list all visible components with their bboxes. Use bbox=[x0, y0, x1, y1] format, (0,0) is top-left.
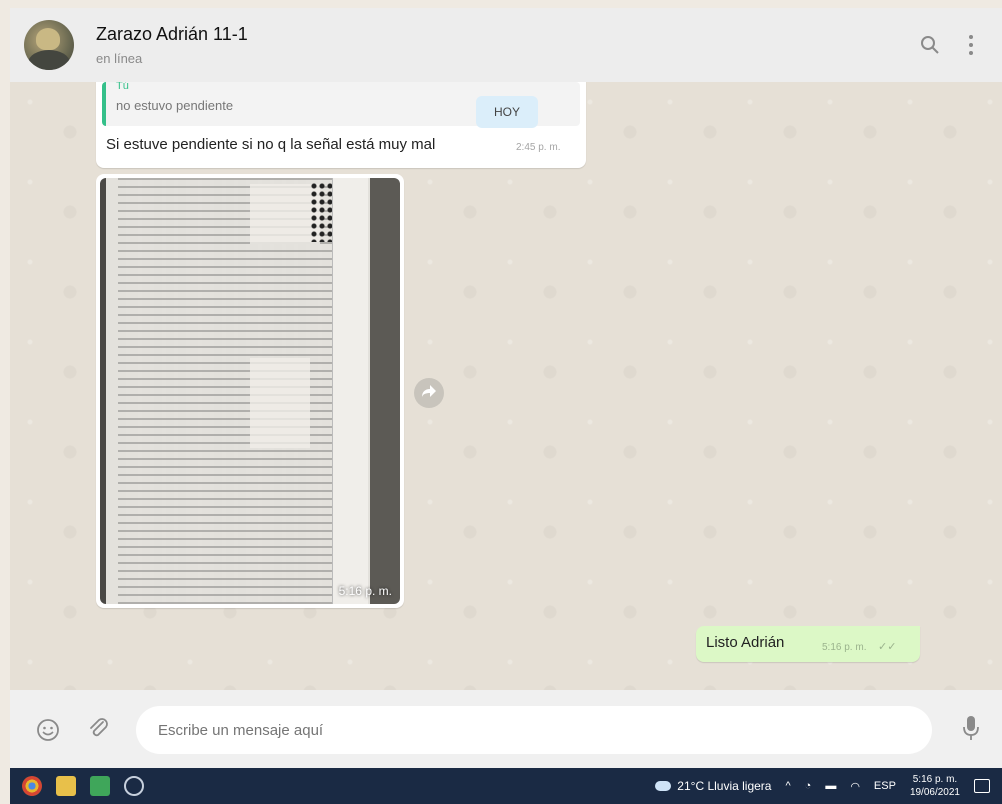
chat-panel: Tú no estuvo pendiente Si estuve pendien… bbox=[10, 82, 1002, 690]
message-text: Listo Adrián bbox=[706, 634, 785, 651]
system-tray: 21°C Lluvia ligera ^ ◔ ▬ ◠ ESP 5:16 p. m… bbox=[655, 773, 990, 799]
forward-icon bbox=[421, 384, 437, 403]
microphone-icon[interactable] bbox=[962, 714, 980, 747]
contact-avatar[interactable] bbox=[24, 20, 74, 70]
clock[interactable]: 5:16 p. m. 19/06/2021 bbox=[910, 773, 960, 799]
image-time: 5:16 p. m. bbox=[338, 584, 392, 598]
app-icon[interactable] bbox=[90, 776, 110, 796]
photo-marks bbox=[310, 182, 332, 242]
photo-thumbnail[interactable]: 5:16 p. m. bbox=[100, 178, 400, 604]
contact-info[interactable]: Zarazo Adrián 11-1 en línea bbox=[96, 24, 248, 66]
notification-icon[interactable] bbox=[974, 779, 990, 793]
message-input[interactable] bbox=[136, 706, 932, 754]
message-time: 5:16 p. m. bbox=[822, 642, 867, 653]
outgoing-message[interactable]: Listo Adrián 5:16 p. m. ✓✓ bbox=[696, 626, 920, 662]
cloud-icon bbox=[655, 781, 672, 791]
message-text: Si estuve pendiente si no q la señal est… bbox=[106, 136, 436, 153]
battery-icon[interactable]: ▬ bbox=[825, 780, 836, 792]
chevron-up-icon[interactable]: ^ bbox=[785, 780, 790, 792]
weather-widget[interactable]: 21°C Lluvia ligera bbox=[655, 779, 771, 793]
photo-side-strip bbox=[332, 178, 368, 604]
contact-name: Zarazo Adrián 11-1 bbox=[96, 24, 248, 44]
contact-status: en línea bbox=[96, 51, 143, 66]
chat-header: Zarazo Adrián 11-1 en línea bbox=[10, 8, 1002, 82]
clock-time: 5:16 p. m. bbox=[912, 774, 958, 785]
chrome-icon[interactable] bbox=[22, 776, 42, 796]
attach-icon[interactable] bbox=[86, 716, 112, 747]
quote-author: Tú bbox=[116, 82, 129, 92]
taskbar: 21°C Lluvia ligera ^ ◔ ▬ ◠ ESP 5:16 p. m… bbox=[10, 768, 1002, 804]
weather-text: 21°C Lluvia ligera bbox=[677, 779, 772, 793]
emoji-icon[interactable] bbox=[36, 718, 60, 747]
app-icon[interactable] bbox=[124, 776, 144, 796]
message-composer bbox=[10, 690, 1002, 768]
message-time: 2:45 p. m. bbox=[516, 142, 561, 153]
network-icon[interactable]: ◔ bbox=[805, 780, 812, 792]
wifi-icon[interactable]: ◠ bbox=[850, 780, 860, 793]
file-explorer-icon[interactable] bbox=[56, 776, 76, 796]
read-receipt-icon: ✓✓ bbox=[878, 641, 897, 653]
forward-button[interactable] bbox=[414, 378, 444, 408]
search-icon[interactable] bbox=[920, 35, 940, 55]
header-actions bbox=[920, 34, 974, 56]
date-chip: HOY bbox=[476, 96, 538, 128]
photo-block bbox=[250, 358, 310, 448]
language-indicator[interactable]: ESP bbox=[874, 780, 896, 792]
quote-text: no estuvo pendiente bbox=[116, 98, 234, 113]
clock-date: 19/06/2021 bbox=[909, 787, 960, 798]
image-message[interactable]: 5:16 p. m. bbox=[96, 174, 404, 608]
menu-icon[interactable] bbox=[968, 34, 974, 56]
